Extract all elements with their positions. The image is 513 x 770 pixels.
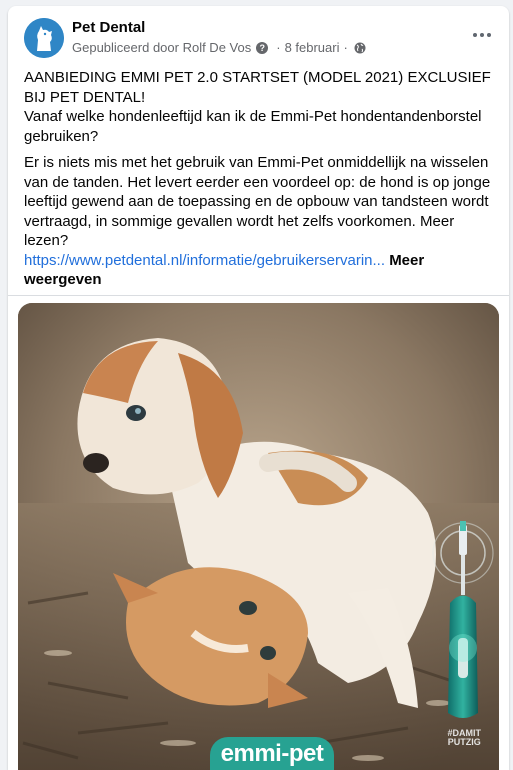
page-name-link[interactable]: Pet Dental (72, 19, 145, 36)
brand-logo: emmi-pet (210, 737, 334, 770)
hashtag-watermark: #DAMIT PUTZIG (448, 729, 482, 747)
post-headline: AANBIEDING EMMI PET 2.0 STARTSET (MODEL … (24, 69, 491, 106)
hashtag-line-2: PUTZIG (447, 737, 481, 747)
separator-dot: · (276, 40, 281, 55)
published-by[interactable]: Gepubliceerd door Rolf De Vos (72, 40, 251, 55)
more-options-button[interactable] (467, 20, 497, 50)
post-meta: Gepubliceerd door Rolf De Vos ? · 8 febr… (72, 40, 366, 55)
post-message: AANBIEDING EMMI PET 2.0 STARTSET (MODEL … (24, 68, 496, 298)
separator-dot: · (343, 40, 348, 55)
post-body: Er is niets mis met het gebruik van Emmi… (24, 154, 491, 249)
post-date[interactable]: 8 februari (285, 40, 340, 55)
post-link[interactable]: https://www.petdental.nl/informatie/gebr… (24, 252, 385, 269)
post-card: Pet Dental Gepubliceerd door Rolf De Vos… (8, 6, 509, 770)
puppy-kitten-photo (18, 303, 499, 770)
divider (8, 295, 509, 296)
post-question: Vanaf welke hondenleeftijd kan ik de Emm… (24, 108, 482, 145)
post-image[interactable]: #DAMIT PUTZIG emmi-pet (18, 303, 499, 770)
post-header: Pet Dental Gepubliceerd door Rolf De Vos… (24, 18, 493, 60)
help-icon[interactable]: ? (256, 41, 269, 54)
more-options-icon (473, 33, 477, 37)
globe-icon[interactable] (354, 42, 366, 54)
page-avatar[interactable] (24, 18, 64, 58)
dog-logo-icon (24, 18, 64, 58)
